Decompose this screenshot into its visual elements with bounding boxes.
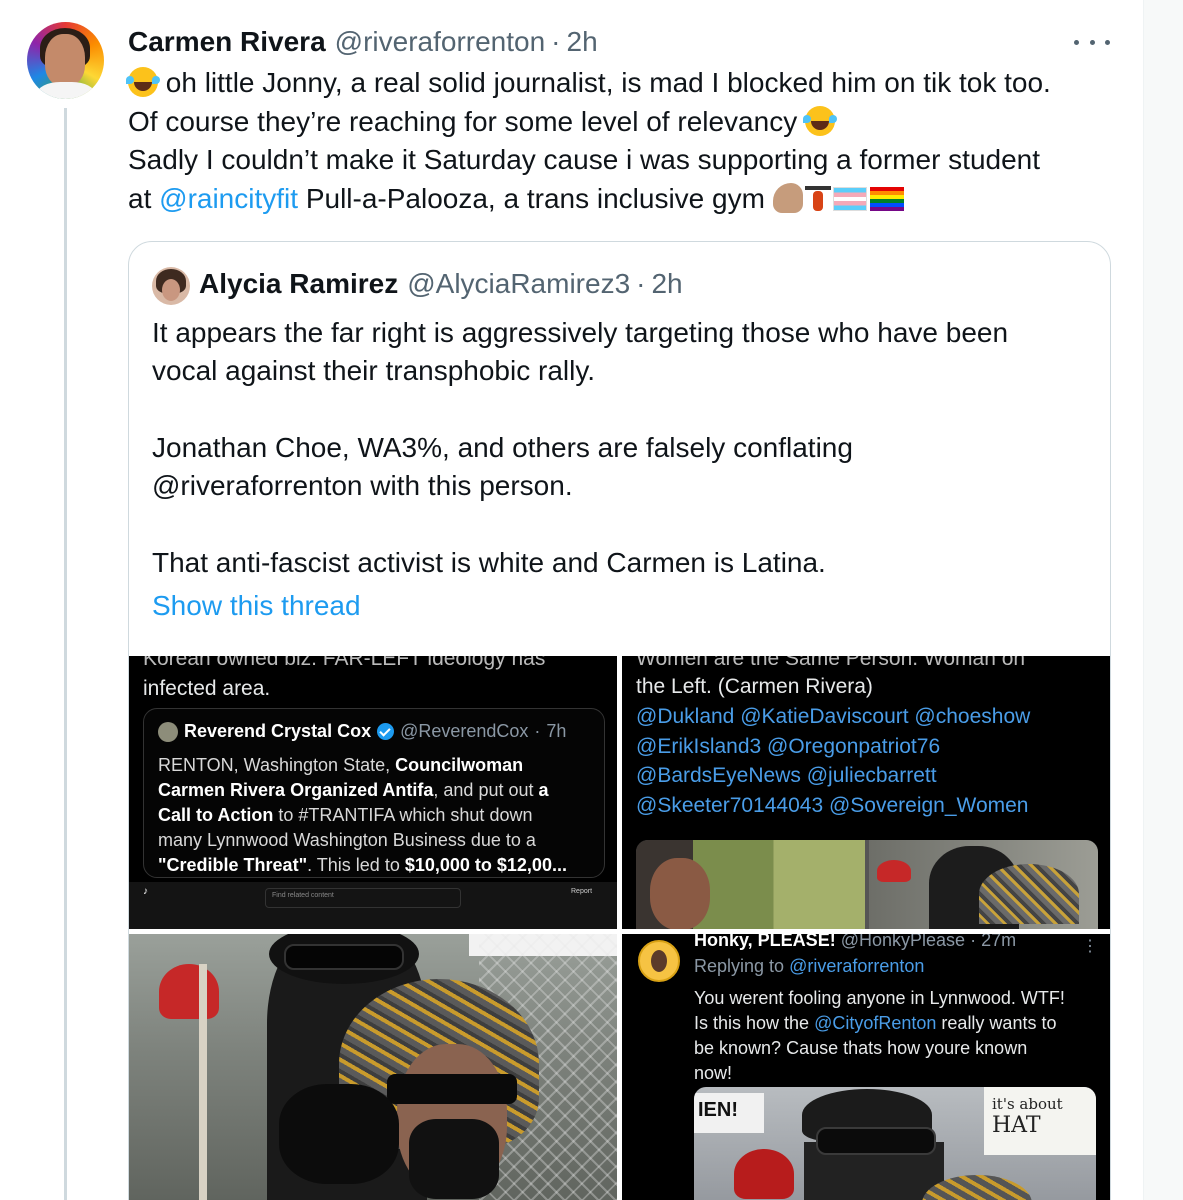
quote-line: It appears the far right is aggressively…: [152, 317, 1009, 348]
tweet-timestamp[interactable]: 2h: [567, 26, 598, 58]
quote-author-handle: @AlyciaRamirez3: [407, 268, 631, 299]
embedded-avatar: [638, 940, 680, 982]
transgender-flag-icon: [832, 186, 867, 211]
tweet-line: oh little Jonny, a real solid journalist…: [165, 67, 1051, 98]
image-text: the Left. (Carmen Rivera): [636, 675, 873, 698]
separator-dot: ·: [636, 268, 646, 299]
protest-sign: IEN!: [694, 1093, 764, 1133]
rainbow-flag-icon: [869, 186, 904, 211]
separator-dot: ·: [551, 26, 561, 57]
verified-badge-icon: [377, 723, 395, 740]
quote-text: It appears the far right is aggressively…: [152, 314, 1092, 582]
embedded-time: 7h: [546, 721, 567, 741]
media-image-1[interactable]: Korean owned biz. FAR-LEFT ideology has …: [129, 656, 617, 929]
quote-header: Alycia Ramirez @AlyciaRamirez3 · 2h: [199, 268, 683, 300]
quote-line: vocal against their transphobic rally.: [152, 355, 596, 387]
embedded-tweet-card: Reverend Crystal Cox @ReverendCox · 7h R…: [143, 708, 605, 878]
embedded-photos: [636, 840, 1098, 929]
tiktok-report: Report: [571, 888, 593, 895]
author-avatar[interactable]: [27, 22, 104, 99]
tweet-line: Pull-a-Palooza, a trans inclusive gym: [305, 182, 765, 214]
tweet-line: Sadly I couldn’t make it Saturday cause …: [128, 144, 1041, 175]
protest-sign: it's about HAT: [984, 1087, 1096, 1155]
embedded-reply-header: Honky, PLEASE! @HonkyPlease · 27m: [694, 934, 1017, 950]
thread-line: [64, 108, 67, 1200]
tweet-line: Of course they’re reaching for some leve…: [128, 105, 798, 137]
embedded-reply-text: You werent fooling anyone in Lynnwood. W…: [694, 988, 1065, 1083]
quote-line: Jonathan Choe, WA3%, and others are fals…: [152, 431, 853, 463]
media-image-2[interactable]: Women are the Same Person. Woman on the …: [622, 656, 1110, 929]
face-with-tears-of-joy-icon: [126, 67, 158, 97]
author-name[interactable]: Carmen Rivera: [128, 26, 326, 58]
media-image-4[interactable]: Honky, PLEASE! @HonkyPlease · 27m ⋮ Repl…: [622, 934, 1110, 1200]
embedded-author-handle: @ReverendCox: [400, 721, 529, 741]
replying-to: Replying to @riveraforrenton: [694, 956, 925, 976]
media-image-3[interactable]: [129, 934, 617, 1200]
weight-lifter-icon: [803, 183, 833, 213]
tweet-page: Carmen Rivera @riveraforrenton · 2h oh l…: [0, 0, 1143, 1200]
mention-link[interactable]: @raincityfit: [159, 183, 298, 214]
show-thread-link[interactable]: Show this thread: [152, 590, 361, 622]
tweet-text: oh little Jonny, a real solid journalist…: [126, 64, 1128, 218]
tiktok-bar: ♪ Find related content Report: [129, 882, 617, 929]
quote-timestamp: 2h: [651, 268, 683, 299]
flexed-biceps-icon: [772, 182, 803, 213]
image-mentions: @Dukland @KatieDaviscourt @choeshow @Eri…: [636, 705, 1031, 817]
face-with-tears-of-joy-icon: [802, 105, 835, 136]
media-grid: Korean owned biz. FAR-LEFT ideology has …: [129, 656, 1110, 1200]
embedded-photo: IEN! it's about HAT: [694, 1087, 1096, 1200]
image-text: infected area.: [143, 677, 271, 700]
more-options-icon: ⋮: [1082, 938, 1098, 955]
author-handle[interactable]: @riveraforrenton: [335, 26, 546, 58]
quote-line: That anti-fascist activist is white and …: [152, 546, 826, 578]
embedded-author-name: Reverend Crystal Cox: [184, 721, 372, 741]
more-options-icon[interactable]: [1074, 30, 1110, 54]
image-text: Korean owned biz. FAR-LEFT ideology has: [143, 656, 546, 670]
image-text: Women are the Same Person. Woman on: [636, 656, 1026, 670]
quote-line: @riveraforrenton with this person.: [152, 470, 573, 502]
quote-author-avatar: [152, 267, 190, 305]
page-gutter: [1143, 0, 1183, 1200]
tiktok-logo-icon: ♪: [143, 886, 148, 897]
quoted-tweet[interactable]: Alycia Ramirez @AlyciaRamirez3 · 2h It a…: [128, 241, 1111, 1200]
embedded-tweet-text: RENTON, Washington State, Councilwoman C…: [158, 755, 567, 875]
tiktok-search: Find related content: [265, 888, 461, 908]
quote-author-name: Alycia Ramirez: [199, 268, 399, 299]
tweet-line: at: [128, 182, 152, 214]
embedded-avatar: [158, 721, 178, 742]
tweet-header: Carmen Rivera @riveraforrenton · 2h: [128, 26, 598, 60]
